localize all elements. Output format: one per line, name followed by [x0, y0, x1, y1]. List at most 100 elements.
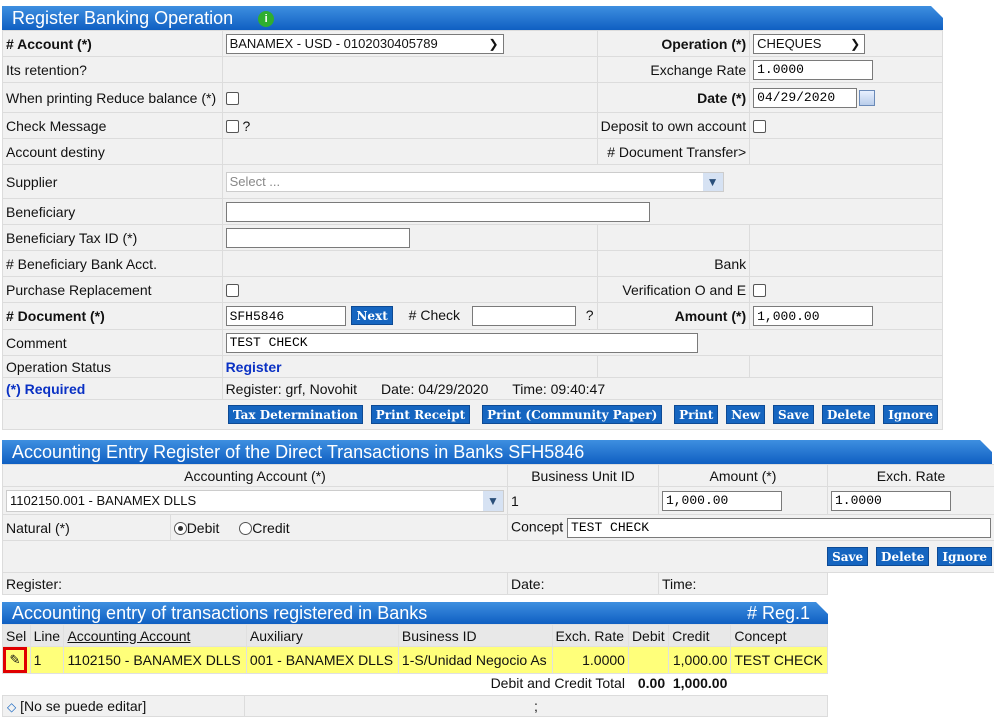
debit-label: Debit	[187, 520, 220, 536]
entry-register-label: Register:	[3, 573, 508, 595]
beneficiary-bank-label: # Beneficiary Bank Acct.	[3, 251, 223, 277]
table-header-row: Sel Line Accounting Account Auxiliary Bu…	[3, 625, 828, 647]
amount-input[interactable]	[753, 306, 873, 326]
footer-separator: ;	[245, 696, 827, 716]
beneficiary-input[interactable]	[226, 202, 650, 222]
register-form: # Account (*) BANAMEX - USD - 0102030405…	[2, 30, 943, 430]
deposit-own-label: Deposit to own account	[597, 113, 750, 139]
col-line: Line	[30, 625, 64, 647]
col-concept: Concept	[731, 625, 828, 647]
supplier-select[interactable]: Select ...▼	[226, 172, 724, 192]
concept-input[interactable]	[567, 518, 991, 538]
row-business: 1-S/Unidad Negocio As	[398, 647, 552, 674]
beneficiary-tax-label: Beneficiary Tax ID (*)	[3, 225, 223, 251]
entry-save-button[interactable]: Save	[827, 547, 868, 566]
deposit-own-checkbox[interactable]	[753, 120, 766, 133]
entry-rate-input[interactable]	[831, 491, 951, 511]
print-receipt-button[interactable]: Print Receipt	[371, 405, 470, 424]
document-input[interactable]	[226, 306, 346, 326]
concept-label: Concept	[511, 518, 563, 534]
verification-checkbox[interactable]	[753, 284, 766, 297]
account-select[interactable]: BANAMEX - USD - 0102030405789❯	[226, 34, 504, 54]
calendar-icon[interactable]	[859, 90, 875, 106]
print-community-button[interactable]: Print (Community Paper)	[482, 405, 662, 424]
total-debit: 0.00	[628, 674, 668, 693]
col-business: Business ID	[398, 625, 552, 647]
row-line: 1	[30, 647, 64, 674]
status-value: Register	[222, 356, 597, 378]
date-input[interactable]	[753, 88, 857, 108]
row-account: 1102150 - BANAMEX DLLS	[64, 647, 246, 674]
row-credit: 1,000.00	[669, 647, 731, 674]
table-row[interactable]: ✎ 1 1102150 - BANAMEX DLLS 001 - BANAMEX…	[3, 647, 828, 674]
verification-label: Verification O and E	[597, 277, 750, 303]
natural-label: Natural (*)	[3, 515, 171, 541]
reduce-balance-checkbox[interactable]	[226, 92, 239, 105]
print-button[interactable]: Print	[674, 405, 718, 424]
register-title: Register Banking Operation	[12, 8, 233, 28]
entry-delete-button[interactable]: Delete	[876, 547, 929, 566]
debit-radio[interactable]	[174, 522, 187, 535]
info-icon[interactable]: i	[258, 11, 274, 27]
list-header: Accounting entry of transactions registe…	[2, 602, 828, 624]
row-auxiliary: 001 - BANAMEX DLLS	[246, 647, 398, 674]
operation-select[interactable]: CHEQUES❯	[753, 34, 865, 54]
total-label: Debit and Credit Total	[3, 674, 629, 693]
status-label: Operation Status	[3, 356, 223, 378]
tax-determination-button[interactable]: Tax Determination	[228, 405, 363, 424]
check-message-checkbox[interactable]	[226, 120, 239, 133]
register-panel: Register Banking Operation i # Account (…	[2, 6, 943, 430]
entry-account-select[interactable]: 1102150.001 - BANAMEX DLLS▼	[6, 490, 504, 512]
chevron-down-icon: ❯	[489, 35, 499, 53]
reduce-balance-label: When printing Reduce balance (*)	[3, 83, 223, 113]
chevron-down-icon: ▼	[703, 173, 723, 191]
purchase-replacement-checkbox[interactable]	[226, 284, 239, 297]
col-amount: Amount (*)	[658, 465, 827, 487]
entries-table: Sel Line Accounting Account Auxiliary Bu…	[2, 624, 828, 693]
col-accounting-account: Accounting Account (*)	[3, 465, 508, 487]
entry-ignore-button[interactable]: Ignore	[937, 547, 992, 566]
save-button[interactable]: Save	[773, 405, 814, 424]
col-credit: Credit	[669, 625, 731, 647]
col-business-unit: Business Unit ID	[508, 465, 659, 487]
beneficiary-label: Beneficiary	[3, 199, 223, 225]
register-toolbar: Tax Determination Print Receipt Print (C…	[3, 400, 943, 430]
operation-label: Operation (*)	[597, 31, 750, 57]
amount-label: Amount (*)	[597, 303, 750, 330]
list-title: Accounting entry of transactions registe…	[12, 603, 427, 623]
total-credit: 1,000.00	[669, 674, 731, 693]
next-button[interactable]: Next	[351, 306, 392, 325]
ignore-button[interactable]: Ignore	[883, 405, 938, 424]
check-message-help[interactable]: ?	[242, 118, 250, 134]
comment-input[interactable]	[226, 333, 698, 353]
reg-count: # Reg.1	[747, 602, 810, 624]
entry-panel: Accounting Entry Register of the Direct …	[2, 440, 992, 595]
account-destiny-label: Account destiny	[3, 139, 223, 165]
entry-amount-input[interactable]	[662, 491, 782, 511]
entry-time-label: Time:	[658, 573, 827, 595]
entry-bu-value: 1	[508, 487, 659, 515]
totals-row: Debit and Credit Total 0.00 1,000.00	[3, 674, 828, 693]
delete-button[interactable]: Delete	[822, 405, 875, 424]
comment-label: Comment	[3, 330, 223, 356]
col-account[interactable]: Accounting Account	[64, 625, 246, 647]
check-help[interactable]: ?	[586, 307, 594, 323]
edit-pencil-icon[interactable]: ✎	[3, 647, 27, 673]
time-info: Time: 09:40:47	[512, 381, 605, 397]
retention-label: Its retention?	[3, 57, 223, 83]
col-rate: Exch. Rate	[552, 625, 628, 647]
account-label: # Account (*)	[3, 31, 223, 57]
credit-radio[interactable]	[239, 522, 252, 535]
chevron-down-icon: ❯	[850, 35, 860, 53]
register-header: Register Banking Operation i	[2, 6, 943, 30]
col-debit: Debit	[628, 625, 668, 647]
check-label: # Check	[409, 307, 460, 323]
beneficiary-tax-input[interactable]	[226, 228, 410, 248]
new-button[interactable]: New	[726, 405, 765, 424]
exchange-rate-label: Exchange Rate	[597, 57, 750, 83]
exchange-rate-input[interactable]	[753, 60, 873, 80]
row-rate: 1.0000	[552, 647, 628, 674]
check-input[interactable]	[472, 306, 576, 326]
entry-header: Accounting Entry Register of the Direct …	[2, 440, 992, 464]
credit-label: Credit	[252, 520, 289, 536]
